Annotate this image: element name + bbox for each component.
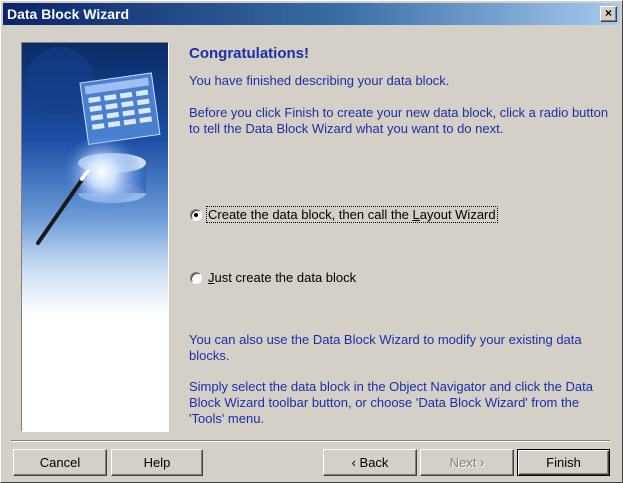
modify-note: You can also use the Data Block Wizard t… [189, 332, 582, 363]
back-button[interactable]: ‹ Back [323, 449, 417, 476]
cancel-button[interactable]: Cancel [13, 449, 107, 476]
page-heading: Congratulations! [189, 45, 309, 62]
help-button[interactable]: Help [111, 449, 203, 476]
option-create-and-layout-label[interactable]: Create the data block, then call the Lay… [206, 206, 498, 223]
wizard-art-image [26, 47, 161, 245]
window-title: Data Block Wizard [7, 6, 130, 22]
radio-create-only[interactable] [190, 272, 202, 284]
radio-create-and-layout[interactable] [190, 209, 202, 221]
next-button[interactable]: Next › [420, 449, 514, 476]
title-bar[interactable]: Data Block Wizard × [3, 3, 620, 25]
wizard-window: Data Block Wizard × Congratulations! You… [0, 0, 623, 483]
close-button[interactable]: × [600, 6, 617, 22]
select-note: Simply select the data block in the Obje… [189, 379, 593, 426]
instructions-text: Before you click Finish to create your n… [189, 105, 609, 136]
wizard-illustration [21, 42, 169, 432]
footer-divider [11, 440, 610, 442]
radio-selected-dot [194, 213, 198, 217]
intro-text: You have finished describing your data b… [189, 73, 450, 88]
finish-button[interactable]: Finish [517, 449, 610, 476]
option-create-only-label[interactable]: Just create the data block [207, 270, 357, 285]
